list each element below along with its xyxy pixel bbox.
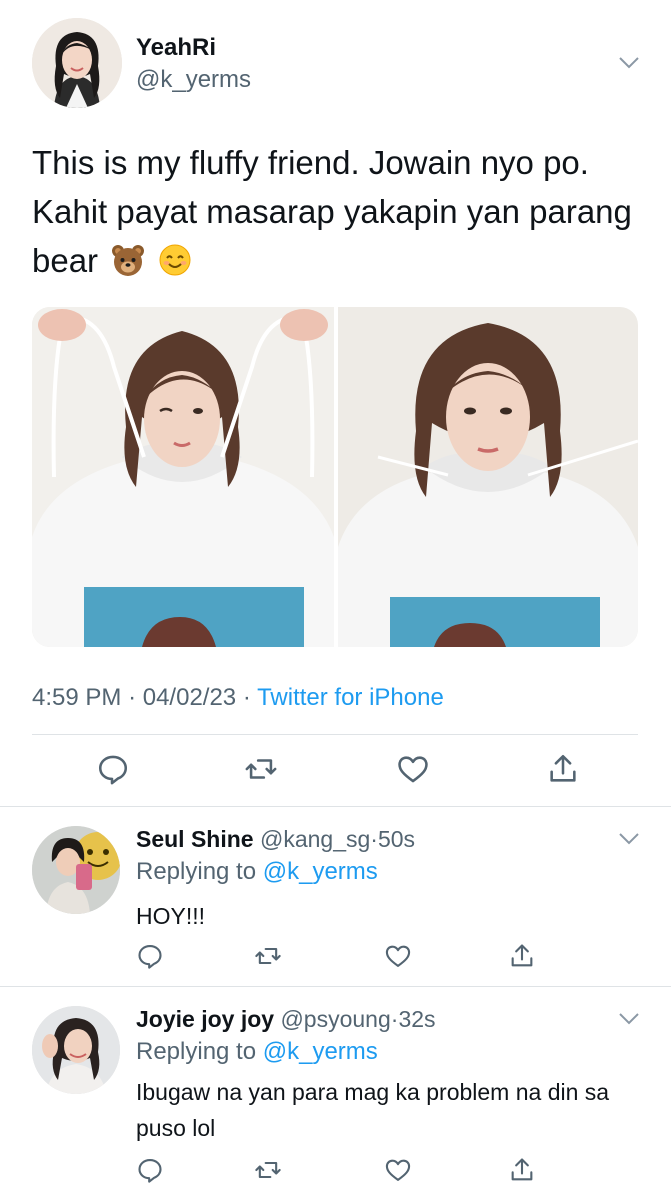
- retweet-icon[interactable]: [254, 942, 282, 970]
- reply-time[interactable]: 32s: [398, 1006, 435, 1032]
- retweet-icon[interactable]: [254, 1156, 282, 1184]
- reply-icon[interactable]: [136, 1156, 164, 1184]
- like-icon[interactable]: [384, 1156, 412, 1184]
- replying-to-handle[interactable]: @k_yerms: [263, 858, 378, 885]
- reply-header: Seul Shine @kang_sg·50s: [136, 826, 415, 853]
- author-handle[interactable]: @k_yerms: [136, 66, 251, 94]
- reply-icon[interactable]: [96, 752, 130, 786]
- reply-separator: ·: [370, 826, 378, 852]
- like-icon[interactable]: [384, 942, 412, 970]
- reply-time[interactable]: 50s: [378, 826, 415, 852]
- meta-separator: ·: [128, 684, 137, 711]
- tweet-source[interactable]: Twitter for iPhone: [257, 684, 444, 711]
- share-icon[interactable]: [508, 942, 536, 970]
- reply-header: Joyie joy joy @psyoung·32s: [136, 1006, 436, 1033]
- bear-face-emoji: [111, 243, 145, 277]
- reply-author-handle[interactable]: @psyoung: [280, 1006, 390, 1032]
- reply-avatar[interactable]: [32, 826, 120, 914]
- tweet-photo[interactable]: [32, 307, 334, 647]
- reply-text: HOY!!!: [136, 903, 206, 929]
- meta-separator: ·: [242, 684, 251, 711]
- main-tweet: YeahRi @k_yerms This is my fluffy friend…: [0, 0, 671, 806]
- author-avatar[interactable]: [32, 18, 122, 108]
- retweet-icon[interactable]: [244, 752, 278, 786]
- reply-tweet: Seul Shine @kang_sg·50s Replying to @k_y…: [0, 806, 671, 986]
- smiling-face-emoji: [158, 243, 192, 277]
- tweet-text: This is my fluffy friend. Jowain nyo po.…: [32, 138, 642, 285]
- replying-prefix: Replying to: [136, 1038, 257, 1065]
- reply-avatar[interactable]: [32, 1006, 120, 1094]
- reply-author-name[interactable]: Seul Shine: [136, 826, 254, 852]
- reply-author-name[interactable]: Joyie joy joy: [136, 1006, 274, 1032]
- replying-to: Replying to @k_yerms: [136, 858, 378, 886]
- like-icon[interactable]: [396, 752, 430, 786]
- reply-tweet: Joyie joy joy @psyoung·32s Replying to @…: [0, 986, 671, 1200]
- tweet-time: 4:59 PM: [32, 684, 122, 711]
- chevron-down-icon[interactable]: [618, 56, 640, 70]
- tweet-photo[interactable]: [338, 307, 638, 647]
- replying-to: Replying to @k_yerms: [136, 1038, 378, 1066]
- tweet-date[interactable]: 04/02/23: [143, 684, 236, 711]
- reply-icon[interactable]: [136, 942, 164, 970]
- tweet-media: [32, 307, 638, 647]
- share-icon[interactable]: [508, 1156, 536, 1184]
- replying-to-handle[interactable]: @k_yerms: [263, 1038, 378, 1065]
- chevron-down-icon[interactable]: [618, 832, 640, 846]
- share-icon[interactable]: [546, 752, 580, 786]
- tweet-meta: 4:59 PM · 04/02/23 · Twitter for iPhone: [32, 684, 444, 712]
- chevron-down-icon[interactable]: [618, 1012, 640, 1026]
- reply-author-handle[interactable]: @kang_sg: [260, 826, 370, 852]
- reply-text: Ibugaw na yan para mag ka problem na din…: [136, 1079, 610, 1141]
- replying-prefix: Replying to: [136, 858, 257, 885]
- divider: [32, 734, 638, 735]
- author-name[interactable]: YeahRi: [136, 34, 216, 62]
